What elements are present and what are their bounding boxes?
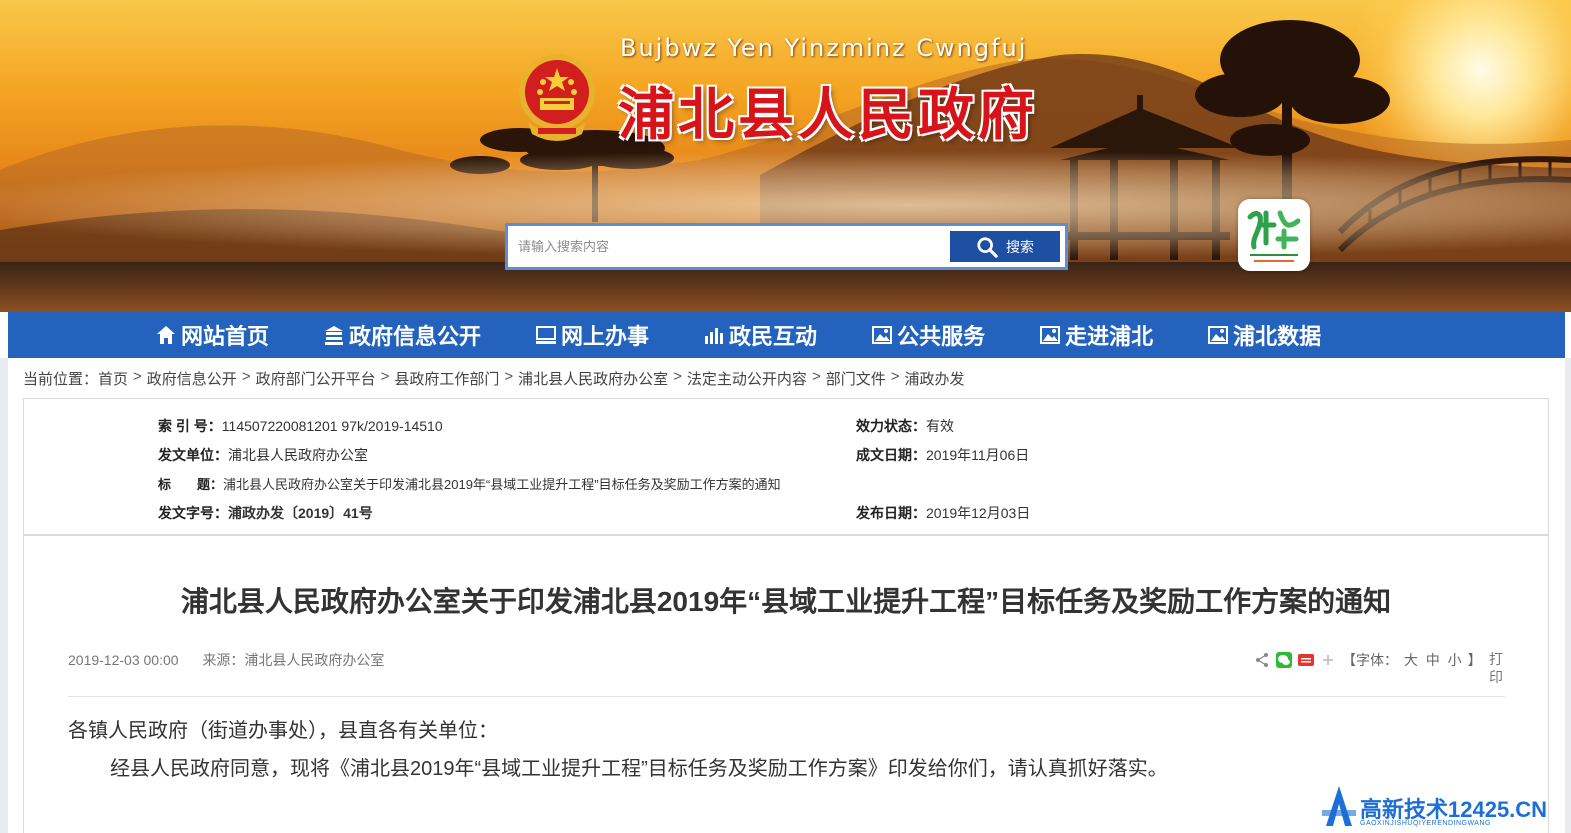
- meta-created-date: 成文日期：2019年11月06日: [856, 445, 1029, 465]
- meta-key: 发文单位：: [158, 447, 228, 463]
- nav-item-label: 走进浦北: [1065, 324, 1154, 349]
- meta-value: 浦北县人民政府办公室: [228, 447, 368, 463]
- building-icon: [325, 326, 344, 345]
- watermark-subtext: GAOXINJISHUQIYERENDINGWANG: [1360, 820, 1491, 827]
- monitor-icon: [536, 326, 557, 344]
- font-size-suffix: 】: [1467, 652, 1482, 668]
- chart-icon: [705, 328, 724, 344]
- nav-item-gov-info[interactable]: 政府信息公开: [323, 319, 481, 351]
- breadcrumb-separator: >: [504, 368, 514, 385]
- meta-value: 浦北县人民政府办公室关于印发浦北县2019年“县域工业提升工程”目标任务及奖励工…: [223, 477, 781, 492]
- search-button-label: 搜索: [1006, 238, 1034, 255]
- breadcrumb-separator: >: [890, 368, 900, 385]
- meta-subject: 标 题：浦北县人民政府办公室关于印发浦北县2019年“县域工业提升工程”目标任务…: [158, 474, 781, 493]
- breadcrumb-item[interactable]: 部门文件: [826, 368, 886, 389]
- meta-validity: 效力状态：有效: [856, 416, 954, 436]
- image-icon: [872, 326, 893, 344]
- print-button[interactable]: 打印: [1489, 650, 1505, 686]
- home-icon: [157, 326, 175, 344]
- breadcrumb-separator: >: [241, 368, 251, 385]
- article-tools: 【字体： 大 中 小 】: [1254, 650, 1482, 670]
- meta-key: 效力状态：: [856, 418, 926, 434]
- share-icon[interactable]: [1254, 652, 1270, 668]
- nav-item-public-services[interactable]: 公共服务: [871, 319, 985, 351]
- breadcrumb-separator: >: [133, 368, 142, 385]
- meta-index-number: 索 引 号：114507220081201 97k/2019-14510: [158, 416, 443, 436]
- nav-item-home[interactable]: 网站首页: [155, 319, 269, 351]
- article-title: 浦北县人民政府办公室关于印发浦北县2019年“县域工业提升工程”目标任务及奖励工…: [180, 586, 1392, 617]
- meta-value: 114507220081201 97k/2019-14510: [221, 418, 443, 434]
- search-bar: 搜索: [505, 223, 1068, 270]
- breadcrumb-prefix: 当前位置：: [23, 371, 99, 388]
- search-icon: [977, 236, 998, 258]
- nav-item-label: 浦北数据: [1233, 324, 1322, 349]
- image-icon: [1208, 326, 1229, 344]
- nav-item-online-services[interactable]: 网上办事: [535, 319, 649, 351]
- meta-value: 浦政办发〔2019〕41号: [228, 505, 373, 521]
- meta-issuer: 发文单位：浦北县人民政府办公室: [158, 445, 368, 465]
- wechat-icon[interactable]: [1276, 652, 1292, 668]
- font-size-large[interactable]: 大: [1404, 652, 1418, 668]
- nav-item-about-pubei[interactable]: 走进浦北: [1039, 319, 1153, 351]
- search-button[interactable]: 搜索: [950, 231, 1060, 262]
- meta-key: 标 题：: [158, 477, 224, 492]
- meta-key: 成文日期：: [856, 447, 926, 463]
- article-greeting: 各镇人民政府（街道办事处），县直各有关单位：: [68, 720, 498, 742]
- font-size-medium[interactable]: 中: [1426, 652, 1440, 668]
- meta-key: 索 引 号：: [158, 418, 222, 434]
- breadcrumb-item[interactable]: 浦北县人民政府办公室: [518, 368, 668, 389]
- nav-item-interaction[interactable]: 政民互动: [703, 319, 817, 351]
- meta-doc-number: 发文字号：浦政办发〔2019〕41号: [158, 503, 373, 523]
- meta-value: 2019年12月03日: [926, 505, 1031, 521]
- meta-key: 发布日期：: [856, 505, 926, 521]
- watermark-logo-icon: [1322, 786, 1356, 826]
- breadcrumb-item[interactable]: 浦政办发: [904, 368, 964, 389]
- font-size-switcher: 【字体： 大 中 小 】: [1342, 650, 1482, 670]
- article-datetime: 2019-12-03 00:00: [68, 652, 179, 668]
- longevity-logo-icon: [1247, 210, 1301, 262]
- nav-item-label: 网上办事: [561, 324, 650, 349]
- image-icon: [1040, 326, 1061, 344]
- font-size-prefix: 【字体：: [1342, 652, 1398, 668]
- longevity-town-logo[interactable]: [1238, 199, 1310, 271]
- main-navigation: 网站首页 政府信息公开 网上办事 政民互动 公共服务 走进浦北 浦北数据: [8, 312, 1565, 358]
- meta-published-date: 发布日期：2019年12月03日: [856, 503, 1030, 523]
- breadcrumb-item[interactable]: 政府部门公开平台: [256, 368, 376, 389]
- font-size-small[interactable]: 小: [1448, 652, 1462, 668]
- article-divider: [68, 696, 1505, 697]
- meta-value: 2019年11月06日: [926, 447, 1030, 463]
- meta-key: 发文字号：: [158, 505, 228, 521]
- breadcrumb-item[interactable]: 首页: [98, 368, 128, 389]
- toutiao-icon[interactable]: [1298, 652, 1314, 668]
- nav-item-label: 政民互动: [729, 324, 818, 349]
- article-source: 来源：浦北县人民政府办公室: [202, 652, 385, 668]
- breadcrumb-separator: >: [811, 368, 821, 385]
- search-input[interactable]: [508, 226, 950, 267]
- national-emblem-icon: [519, 54, 595, 141]
- site-title: 浦北县人民政府: [618, 82, 1038, 148]
- breadcrumb-item[interactable]: 政府信息公开: [147, 368, 237, 389]
- article-info: 2019-12-03 00:00 来源：浦北县人民政府办公室: [68, 650, 384, 670]
- nav-item-label: 网站首页: [181, 324, 270, 349]
- breadcrumb: 当前位置： 首页 > 政府信息公开 > 政府部门公开平台 > 县政府工作部门 > 浦北县…: [23, 368, 965, 389]
- breadcrumb-item[interactable]: 县政府工作部门: [394, 368, 499, 389]
- nav-item-pubei-data[interactable]: 浦北数据: [1207, 319, 1321, 351]
- meta-value: 有效: [926, 418, 954, 434]
- breadcrumb-separator: >: [673, 368, 682, 385]
- breadcrumb-separator: >: [380, 368, 390, 385]
- nav-item-label: 政府信息公开: [349, 324, 482, 349]
- nav-item-label: 公共服务: [897, 324, 986, 349]
- breadcrumb-item[interactable]: 法定主动公开内容: [687, 368, 807, 389]
- site-watermark: 高新技术12425.CN GAOXINJISHUQIYERENDINGWANG: [1322, 782, 1567, 832]
- site-title-pinyin: Bujbwz Yen Yinzminz Cwngfuj: [620, 34, 1028, 62]
- page-gutter-right: [1565, 358, 1571, 833]
- page-gutter-left: [0, 358, 8, 833]
- article-body-paragraph: 经县人民政府同意，现将《浦北县2019年“县域工业提升工程”目标任务及奖励工作方…: [110, 758, 1168, 780]
- more-share-icon[interactable]: [1320, 652, 1336, 668]
